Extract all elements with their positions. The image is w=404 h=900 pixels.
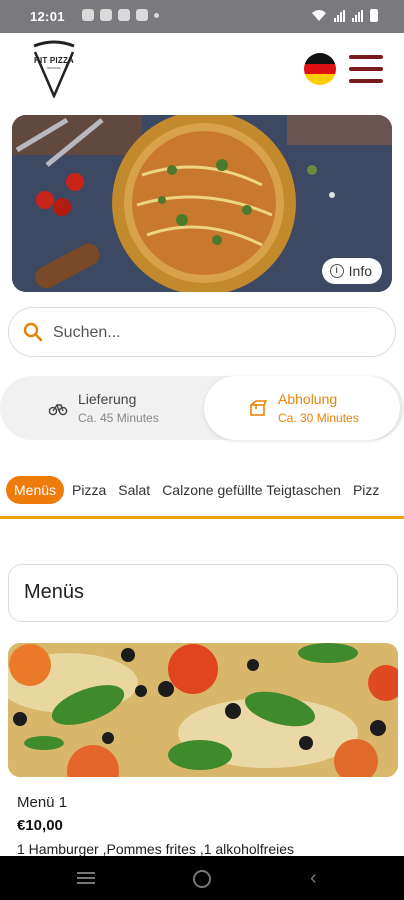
germany-flag-icon[interactable] [304,53,336,85]
logo-text: HIT PIZZA [33,56,75,65]
category-tab-menus[interactable]: Menüs [6,476,65,504]
notification-icons [82,9,159,21]
product-description: 1 Hamburger ,Pommes frites ,1 alkoholfre… [17,841,294,857]
pickup-box-icon [250,400,268,416]
status-bar: 12:01 [0,0,404,33]
delivery-time: Ca. 45 Minutes [78,411,159,425]
category-tab-pizza-2[interactable]: Pizz [349,476,383,504]
system-navigation-bar: ‹ [0,856,404,900]
pickup-time: Ca. 30 Minutes [278,411,359,425]
signal-icon [334,9,345,22]
info-icon: i [329,264,344,278]
delivery-title: Lieferung [78,391,137,407]
recent-apps-icon[interactable] [77,872,95,885]
search-input[interactable] [53,318,373,348]
hero-banner-image: i Info [12,115,392,292]
section-header-menus: Menüs [8,564,398,622]
product-name[interactable]: Menü 1 [17,794,67,811]
logo-subtext: ORIGINAL [46,66,62,70]
signal-icon [352,9,363,22]
more-notifications-icon [154,12,159,18]
search-icon [23,322,43,342]
pickup-option[interactable]: Abholung Ca. 30 Minutes [204,376,400,440]
status-time: 12:01 [30,9,65,24]
category-tab-calzone[interactable]: Calzone gefüllte Teigtaschen [158,476,345,504]
battery-icon [370,9,378,22]
wifi-icon [312,10,326,21]
bicycle-icon [48,404,68,416]
info-label: Info [348,263,372,279]
category-tabs-divider [0,516,404,519]
category-tab-pizza[interactable]: Pizza [68,476,110,504]
notification-icon [100,9,112,21]
section-title: Menüs [24,581,85,603]
pizza-topping-photo [8,643,398,777]
delivery-option[interactable]: Lieferung Ca. 45 Minutes [48,376,198,440]
info-button[interactable]: i Info [321,258,382,284]
search-bar[interactable] [8,307,396,357]
product-image[interactable] [8,643,398,777]
category-tabs: Menüs Pizza Salat Calzone gefüllte Teigt… [0,474,404,506]
hamburger-menu-icon[interactable] [349,53,383,85]
back-icon[interactable]: ‹ [310,868,317,888]
pickup-title: Abholung [278,391,338,407]
category-tab-salat[interactable]: Salat [114,476,154,504]
notification-icon [82,9,94,21]
order-mode-toggle: Lieferung Ca. 45 Minutes Abholung Ca. 30… [0,376,404,440]
product-price: €10,00 [17,817,63,834]
app-header: HIT PIZZA ORIGINAL [0,33,404,105]
notification-icon [118,9,130,21]
system-icons [311,9,378,22]
notification-icon [136,9,148,21]
home-icon[interactable] [193,870,211,888]
hit-pizza-logo[interactable]: HIT PIZZA ORIGINAL [30,40,78,100]
